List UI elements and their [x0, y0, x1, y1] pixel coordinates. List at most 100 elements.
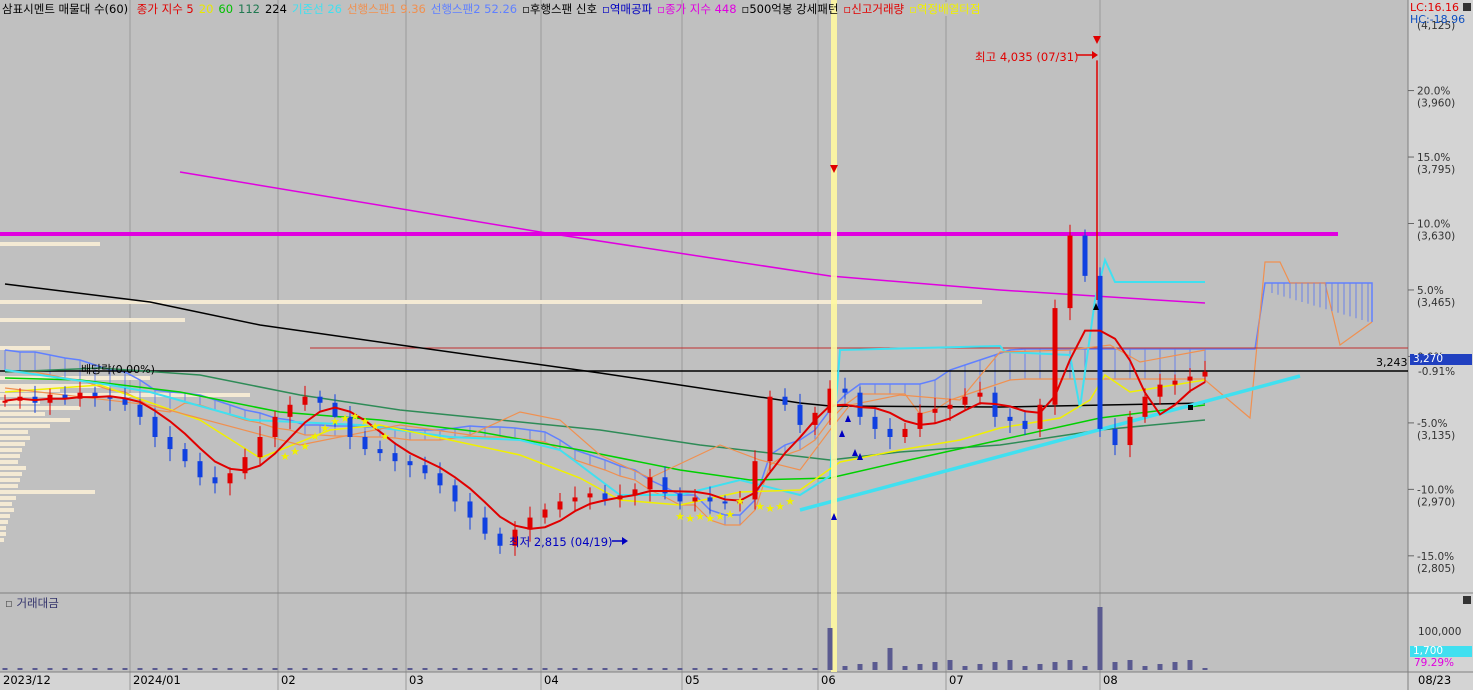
volume-bar	[152, 668, 158, 670]
volume-bar	[377, 668, 383, 670]
volume-bar	[797, 668, 803, 670]
candle-body	[722, 501, 728, 504]
volume-bar	[2, 668, 8, 670]
volume-bar	[422, 668, 428, 670]
volume-bar	[1187, 660, 1193, 670]
y-tick-pct: 10.0%	[1417, 218, 1450, 230]
candle-body	[647, 477, 653, 490]
volume-bar	[1172, 662, 1178, 670]
volume-profile-bar	[0, 508, 14, 512]
candle-body	[362, 436, 368, 450]
volume-profile-bar	[0, 490, 95, 494]
candle-body	[272, 416, 278, 437]
volume-bar	[1052, 662, 1058, 670]
candle-body	[902, 428, 908, 437]
candle-body	[1142, 396, 1148, 417]
x-tick-label: 03	[409, 673, 424, 687]
volume-profile-bar	[0, 442, 25, 446]
candle-body	[1202, 371, 1208, 377]
candle-body	[497, 533, 503, 546]
volume-bar	[842, 666, 848, 670]
signal-star: ★	[735, 495, 745, 508]
volume-bar	[122, 668, 128, 670]
volume-bar	[1037, 664, 1043, 670]
candle-body	[1007, 416, 1013, 421]
baseline-value: 3,243	[1376, 356, 1408, 369]
volume-profile-bar	[0, 502, 12, 506]
volume-profile-bar	[0, 318, 185, 322]
candle-body	[872, 416, 878, 429]
legend-item: 20	[198, 2, 214, 16]
legend-title: 삼표시멘트 매물대 수(60)	[2, 2, 129, 16]
volume-bar	[272, 668, 278, 670]
volume-tick-label: 100,000	[1418, 626, 1461, 638]
candle-body	[437, 473, 443, 486]
volume-bar	[17, 668, 23, 670]
volume-menu-button[interactable]	[1463, 596, 1471, 604]
y-tick-pct: 20.0%	[1417, 86, 1450, 98]
volume-bar	[92, 668, 98, 670]
legend-item: ▫후행스팬 신호	[522, 2, 598, 16]
candle-body	[797, 404, 803, 425]
candle-body	[887, 428, 893, 437]
price-chart[interactable]: ★ ★ ★★★★ ★ ★ ★ ★★★ ★ ★ ★ ★ ★★ ★ ★ ★ ★ 20.0%(3,960)15.0%…	[0, 0, 1473, 690]
volume-bar	[287, 668, 293, 670]
volume-bar	[572, 668, 578, 670]
candle-body	[857, 392, 863, 417]
candle-body	[1112, 428, 1118, 446]
volume-bar	[482, 668, 488, 670]
candle-body	[542, 509, 548, 518]
volume-bar	[47, 668, 53, 670]
volume-pct-label: 79.29%	[1414, 657, 1455, 669]
candle-body	[917, 412, 923, 429]
volume-bar	[602, 668, 608, 670]
signal-star: ★	[705, 512, 715, 525]
hc-label: HC:-18.96	[1410, 13, 1466, 26]
volume-bar	[1022, 666, 1028, 670]
candle-body	[782, 396, 788, 405]
current-pct-label: -0.91%	[1418, 366, 1456, 378]
volume-bar	[617, 668, 623, 670]
volume-bar	[962, 666, 968, 670]
signal-star: ★	[300, 440, 310, 453]
volume-profile-bar	[0, 526, 6, 530]
volume-bar	[497, 668, 503, 670]
candle-body	[377, 449, 383, 454]
y-tick-price: (2,970)	[1417, 496, 1455, 508]
volume-profile-bar	[0, 484, 18, 488]
y-tick-pct: -10.0%	[1417, 484, 1454, 496]
candle-body	[407, 461, 413, 466]
candle-body	[1172, 380, 1178, 385]
signal-star: ★	[310, 430, 320, 443]
volume-bar	[77, 668, 83, 670]
volume-profile-bar	[0, 242, 100, 246]
candle-body	[1157, 384, 1163, 397]
volume-bar	[752, 668, 758, 670]
signal-star: ★	[280, 450, 290, 463]
volume-bar	[647, 668, 653, 670]
y-tick-price: (3,465)	[1417, 297, 1455, 309]
volume-bar	[437, 668, 443, 670]
candle-body	[677, 493, 683, 502]
y-tick-price: (3,630)	[1417, 230, 1455, 242]
signal-star: ★	[330, 415, 340, 428]
chart-menu-button[interactable]	[1463, 3, 1471, 11]
x-tick-label: 05	[685, 673, 700, 687]
signal-star: ★	[755, 500, 765, 513]
legend-item: 종가 지수 5	[136, 2, 194, 16]
candle-body	[1187, 376, 1193, 381]
signal-star: ★	[350, 410, 360, 423]
volume-profile-bar	[0, 424, 50, 428]
volume-bar	[137, 668, 143, 670]
volume-bar	[167, 668, 173, 670]
y-tick-pct: 5.0%	[1417, 285, 1444, 297]
volume-bar	[197, 668, 203, 670]
signal-star: ★	[695, 510, 705, 523]
volume-bar	[512, 668, 518, 670]
volume-bar	[392, 668, 398, 670]
candle-body	[962, 396, 968, 405]
low-annotation: 최저 2,815 (04/19)	[509, 535, 613, 549]
signal-star: ★	[370, 420, 380, 433]
indicator-legend: 삼표시멘트 매물대 수(60) 종가 지수 5 20 60 112 224 기준선 26 선…	[2, 1, 990, 17]
signal-star: ★	[725, 508, 735, 521]
